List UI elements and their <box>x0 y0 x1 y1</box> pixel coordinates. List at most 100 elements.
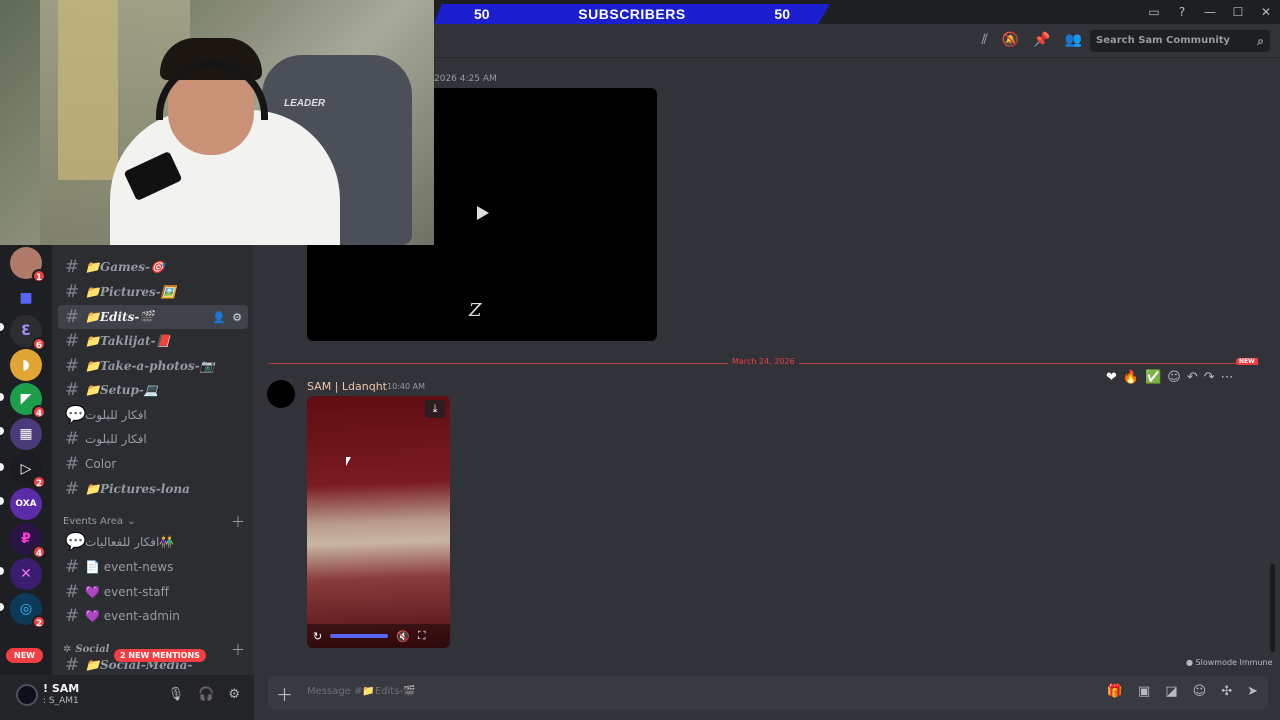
channel-event-staff[interactable]: # 💜 event-staff <box>58 580 248 604</box>
unread-pip <box>0 463 4 471</box>
channel-pictures-lona[interactable]: # 📁Pictures-lona <box>58 477 248 501</box>
chevron-down-icon: ⌄ <box>127 516 136 527</box>
scrollbar[interactable] <box>1270 564 1275 652</box>
hash-icon: # <box>65 657 80 673</box>
search-input[interactable]: Search Sam Community ⌕ <box>1090 30 1270 52</box>
channel-event-admin[interactable]: # 💜 event-admin <box>58 604 248 628</box>
category-events[interactable]: Events Area ⌄ ＋ <box>63 515 245 531</box>
server-icon[interactable]: ▷ 2 <box>10 453 46 489</box>
download-icon[interactable]: ⤓ <box>425 400 445 418</box>
gif-icon[interactable]: ▣ <box>1138 684 1150 699</box>
screen-share-icon[interactable]: ▭ <box>1140 5 1168 19</box>
server-rail: 1 ■ Ɛ6 ◗ ◤ 4 ▦ ▷ 2 OXA ₽4 ✕ ◎ 2 <box>0 245 52 675</box>
hash-icon: # <box>65 331 80 351</box>
channel-event-news[interactable]: # 📄 event-news <box>58 555 248 579</box>
message-author[interactable]: SAM | Ldanqht <box>307 380 387 393</box>
server-icon[interactable]: ✕ <box>10 558 42 590</box>
send-icon[interactable]: ➤ <box>1247 684 1258 699</box>
unread-pip <box>0 567 4 575</box>
add-attachment-icon[interactable]: ＋ <box>276 681 293 706</box>
channel-name: 📁Take-a-photos-📷 <box>85 359 215 373</box>
sticker-icon[interactable]: ◪ <box>1165 684 1177 699</box>
reply-icon[interactable]: ↶ <box>1187 370 1198 385</box>
previous-timestamp: 2026 4:25 AM <box>434 74 497 84</box>
new-mentions-pill[interactable]: 2 NEW MENTIONS <box>114 649 206 662</box>
add-reaction-icon[interactable]: ☺ <box>1167 370 1181 385</box>
server-icon[interactable]: OXA <box>10 488 42 520</box>
window-controls: ▭ ? — ☐ ✕ <box>1140 0 1280 24</box>
hash-icon: # <box>65 282 80 302</box>
server-icon[interactable]: ◤ 4 <box>10 383 46 419</box>
video-signature: Z <box>469 300 482 321</box>
folder-icon[interactable]: ■ <box>10 282 42 314</box>
invite-icon[interactable]: 👤 <box>212 311 226 324</box>
gear-icon[interactable]: ⚙ <box>232 311 242 324</box>
apps-icon[interactable]: ✣ <box>1221 684 1232 699</box>
settings-gear-icon[interactable]: ⚙ <box>228 687 240 702</box>
server-icon[interactable]: ▦ <box>10 418 42 450</box>
forum-ideas-1[interactable]: 💬 افكار للبلوت <box>58 403 248 427</box>
play-icon[interactable] <box>477 206 489 220</box>
progress-bar[interactable] <box>330 634 389 638</box>
channel-name: 💜 event-admin <box>85 609 180 623</box>
emoji-icon[interactable]: ☺ <box>1193 684 1207 699</box>
composer-tools: 🎁 ▣ ◪ ☺ ✣ ➤ <box>1107 684 1258 699</box>
channel-setup[interactable]: # 📁Setup-💻 <box>58 378 248 402</box>
message-composer[interactable]: ＋ Message #📁Edits-🎬 🎁 ▣ ◪ ☺ ✣ ➤ <box>268 676 1268 710</box>
channel-edits[interactable]: # 📁Edits-🎬 👤 ⚙ <box>58 305 248 329</box>
more-icon[interactable]: ⋯ <box>1221 370 1234 385</box>
help-icon[interactable]: ? <box>1168 5 1196 19</box>
channel-name: افكار للبلوت <box>85 432 147 446</box>
microphone-icon[interactable]: 🎙 <box>168 687 185 702</box>
new-unreads-pill[interactable]: NEW <box>6 648 43 663</box>
replay-icon[interactable]: ↻ <box>313 630 322 643</box>
server-icon[interactable]: ◗ <box>10 349 42 381</box>
hash-icon: # <box>65 582 80 602</box>
channel-sidebar: # 📁Games-🎯 # 📁Pictures-🖼️ # 📁Edits-🎬 👤 ⚙ # 📁T… <box>52 245 254 675</box>
add-channel-icon[interactable]: ＋ <box>231 512 245 532</box>
server-icon[interactable]: ◎ 2 <box>10 593 46 629</box>
channel-ideas-2[interactable]: # افكار للبلوت <box>58 427 248 451</box>
forum-icon: 💬 <box>65 405 87 425</box>
avatar[interactable] <box>16 684 38 706</box>
channel-take-a-photos[interactable]: # 📁Take-a-photos-📷 <box>58 354 248 378</box>
channel-name: 💜 event-staff <box>85 585 169 599</box>
gift-icon[interactable]: 🎁 <box>1107 684 1123 699</box>
unread-pip <box>0 603 4 611</box>
fullscreen-icon[interactable]: ⛶ <box>418 629 426 643</box>
search-icon: ⌕ <box>1257 34 1264 48</box>
sub-label: SUBSCRIBERS <box>578 6 686 22</box>
forward-icon[interactable]: ↷ <box>1204 370 1215 385</box>
unread-pip <box>0 393 4 401</box>
channel-games[interactable]: # 📁Games-🎯 <box>58 255 248 279</box>
user-name[interactable]: ! SAM <box>43 682 79 695</box>
header-icons: ⫽ 🔕 📌 👥 <box>981 32 1082 48</box>
members-icon[interactable]: 👥 <box>1065 32 1082 48</box>
reaction-check[interactable]: ✅ <box>1145 370 1161 385</box>
message-time: 10:40 AM <box>387 382 425 391</box>
avatar[interactable] <box>267 380 295 408</box>
server-icon[interactable]: Ɛ6 <box>10 315 46 351</box>
server-icon[interactable]: ₽4 <box>10 523 46 559</box>
channel-taklijat[interactable]: # 📁Taklijat-📕 <box>58 329 248 353</box>
reaction-heart[interactable]: ❤ <box>1106 370 1117 385</box>
channel-color[interactable]: # Color <box>58 452 248 476</box>
headphones-icon[interactable]: 🎧 <box>198 687 214 702</box>
close-icon[interactable]: ✕ <box>1252 5 1280 19</box>
minimize-icon[interactable]: — <box>1196 5 1224 19</box>
hash-icon: # <box>65 356 80 376</box>
maximize-icon[interactable]: ☐ <box>1224 5 1252 19</box>
channel-pictures[interactable]: # 📁Pictures-🖼️ <box>58 280 248 304</box>
server-badge: 4 <box>32 545 46 559</box>
mute-icon[interactable]: 🔇 <box>396 630 410 643</box>
mute-bell-icon[interactable]: 🔕 <box>1002 32 1019 48</box>
server-icon[interactable]: 1 <box>10 247 46 283</box>
forum-event-ideas[interactable]: 💬 افكار للفعاليات👫 <box>58 530 248 554</box>
unread-pip <box>0 497 4 505</box>
threads-icon[interactable]: ⫽ <box>981 32 987 48</box>
hash-icon: # <box>65 307 80 327</box>
reaction-fire[interactable]: 🔥 <box>1123 370 1139 385</box>
pin-icon[interactable]: 📌 <box>1033 32 1050 48</box>
video-attachment-2[interactable]: ⤓ ↻ 🔇 ⛶ <box>307 396 450 648</box>
category-label: Events Area <box>63 516 124 527</box>
